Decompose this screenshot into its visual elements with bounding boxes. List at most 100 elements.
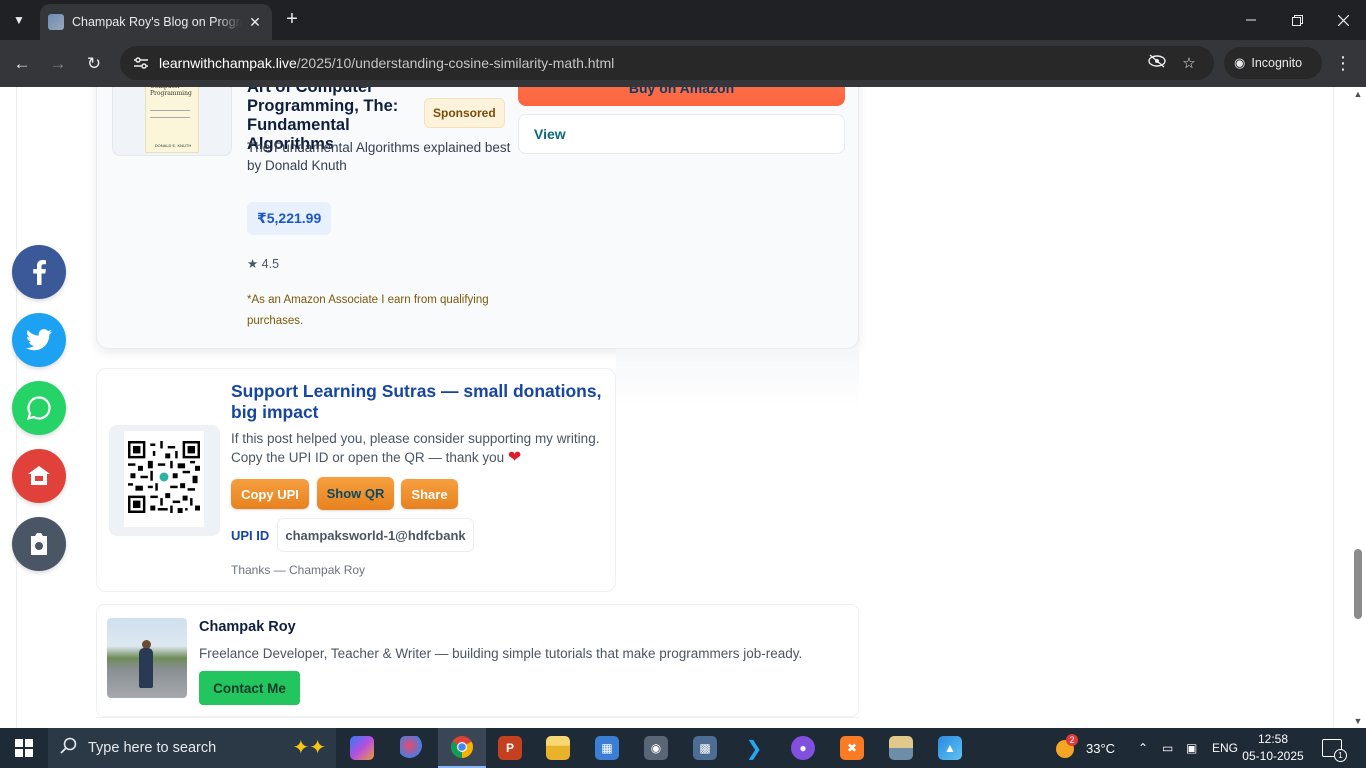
taskbar-clock[interactable]: 12:58 05-10-2025 [1240, 731, 1306, 765]
copilot-icon [350, 736, 374, 760]
page-scrollbar[interactable]: ▲ ▼ [1350, 87, 1366, 728]
weather-widget[interactable]: 2 33°C [1054, 728, 1115, 768]
minimize-icon [1246, 19, 1256, 21]
next-card-edge [96, 717, 859, 728]
donation-message: If this post helped you, please consider… [231, 431, 600, 465]
whatsapp-share-button[interactable] [12, 381, 66, 435]
taskbar-app-xampp[interactable]: ✖ [828, 728, 876, 768]
clock-date: 05-10-2025 [1242, 749, 1304, 763]
reload-button[interactable]: ↻ [81, 51, 107, 77]
books-icon [889, 736, 913, 760]
copy-upi-button[interactable]: Copy UPI [231, 479, 309, 509]
folder-icon [546, 736, 570, 760]
back-button[interactable]: ← [9, 51, 35, 77]
amazon-product-card: The Art of Computer Programming DONALD E… [96, 87, 859, 349]
chrome-icon [451, 736, 473, 758]
author-card: Champak Roy Freelance Developer, Teacher… [96, 604, 859, 717]
show-hidden-icons[interactable]: ⌃ [1138, 728, 1148, 768]
taskbar-app-copilot[interactable] [338, 728, 386, 768]
scrollbar-thumb[interactable] [1354, 549, 1362, 619]
cover-rule [150, 110, 190, 118]
tab-title: Champak Roy's Blog on Programming [72, 15, 242, 29]
author-name: Champak Roy [199, 619, 296, 635]
forward-button[interactable]: → [45, 51, 71, 77]
new-tab-button[interactable]: + [280, 8, 304, 32]
language-indicator[interactable]: ENG [1212, 728, 1238, 768]
url-text[interactable]: learnwithchampak.live/2025/10/understand… [159, 55, 1136, 71]
start-button[interactable] [0, 728, 48, 768]
incognito-indicator[interactable]: ◉ Incognito [1224, 47, 1322, 79]
tab-search-button[interactable]: ▼ [6, 8, 32, 32]
camera-icon [31, 533, 47, 555]
arrow-right-icon: → [49, 54, 67, 73]
powerpoint-icon: P [498, 736, 522, 760]
upi-id-value[interactable]: champaksworld-1@hdfcbank [277, 518, 474, 552]
xampp-icon: ✖ [840, 736, 864, 760]
incognito-icon: ◉ [1234, 55, 1246, 70]
favicon-icon [48, 14, 64, 30]
book-thumbnail[interactable]: The Art of Computer Programming DONALD E… [112, 87, 232, 156]
taskbar-app-powerpoint[interactable]: P [486, 728, 534, 768]
copilot-sparkle-icon: ✦✦ [292, 737, 326, 759]
minimize-button[interactable] [1228, 0, 1274, 40]
browser-tab[interactable]: Champak Roy's Blog on Programming ✕ [40, 4, 272, 40]
control-panel-icon: ▦ [595, 736, 619, 760]
whatsapp-icon [26, 396, 51, 421]
paint-icon [400, 736, 424, 760]
taskbar-app-camera[interactable]: ◉ [632, 728, 680, 768]
show-qr-button[interactable]: Show QR [317, 477, 394, 510]
video-icon: ▭ [1162, 741, 1174, 755]
taskbar-app-vscode[interactable]: ❯ [730, 728, 778, 768]
home-share-button[interactable] [12, 449, 66, 503]
avatar-body [139, 648, 153, 688]
page-viewport: The Art of Computer Programming DONALD E… [0, 87, 1366, 728]
donation-card: Support Learning Sutras — small donation… [96, 368, 616, 592]
scroll-up-arrow-icon[interactable]: ▲ [1353, 89, 1363, 99]
bookmark-star-icon[interactable]: ☆ [1178, 54, 1200, 72]
taskbar-app-books[interactable] [877, 728, 925, 768]
url-path: /2025/10/understanding-cosine-similarity… [296, 55, 615, 71]
book-cover-image: The Art of Computer Programming DONALD E… [145, 87, 199, 153]
site-info-icon[interactable] [130, 52, 152, 74]
more-vertical-icon: ⋮ [1334, 53, 1352, 73]
browser-toolbar: ← → ↻ learnwithchampak.live/2025/10/unde… [0, 40, 1366, 87]
vscode-icon: ❯ [742, 736, 766, 760]
contact-me-button[interactable]: Contact Me [199, 671, 300, 705]
tray-wifi[interactable]: ▣ [1186, 728, 1197, 768]
taskbar-app-github[interactable]: ● [779, 728, 827, 768]
twitter-share-button[interactable] [12, 313, 66, 367]
taskbar-app-paint[interactable] [388, 728, 436, 768]
weather-temp: 33°C [1086, 740, 1116, 756]
taskbar-app-file-explorer[interactable] [534, 728, 582, 768]
taskbar-app-photos[interactable]: ▲ [926, 728, 974, 768]
close-icon[interactable]: ✕ [246, 14, 264, 31]
restore-button[interactable] [1274, 0, 1320, 40]
cover-author: DONALD E. KNUTH [154, 143, 192, 148]
close-window-button[interactable] [1320, 0, 1366, 40]
browser-menu-button[interactable]: ⋮ [1332, 52, 1354, 76]
taskbar-search[interactable]: Type here to search ✦✦ [48, 728, 336, 768]
qr-code-box[interactable] [109, 425, 220, 536]
taskbar-app-control-panel[interactable]: ▦ [583, 728, 631, 768]
taskbar-app-chrome[interactable] [438, 728, 486, 768]
notification-count: 1 [1334, 749, 1347, 762]
home-icon [28, 466, 50, 485]
camera-icon: ◉ [644, 736, 668, 760]
share-button[interactable]: Share [401, 479, 458, 509]
save-share-button[interactable] [12, 517, 66, 571]
eye-off-icon[interactable] [1146, 54, 1168, 72]
buy-on-amazon-button[interactable]: Buy on Amazon [518, 87, 845, 106]
url-host: learnwithchampak.live [159, 55, 297, 71]
author-bio: Freelance Developer, Teacher & Writer — … [199, 646, 803, 661]
tray-meet-now[interactable]: ▭ [1162, 728, 1173, 768]
view-button[interactable]: View [518, 114, 845, 154]
scroll-down-arrow-icon[interactable]: ▼ [1353, 716, 1363, 726]
page-border [1333, 87, 1334, 728]
sponsored-badge: Sponsored [424, 98, 505, 128]
address-bar[interactable]: learnwithchampak.live/2025/10/understand… [120, 46, 1214, 80]
notification-center[interactable]: 1 [1322, 728, 1347, 768]
facebook-share-button[interactable] [12, 245, 66, 299]
facebook-icon [33, 260, 46, 285]
taskbar-app-network[interactable]: ▩ [681, 728, 729, 768]
restore-icon [1291, 14, 1303, 26]
